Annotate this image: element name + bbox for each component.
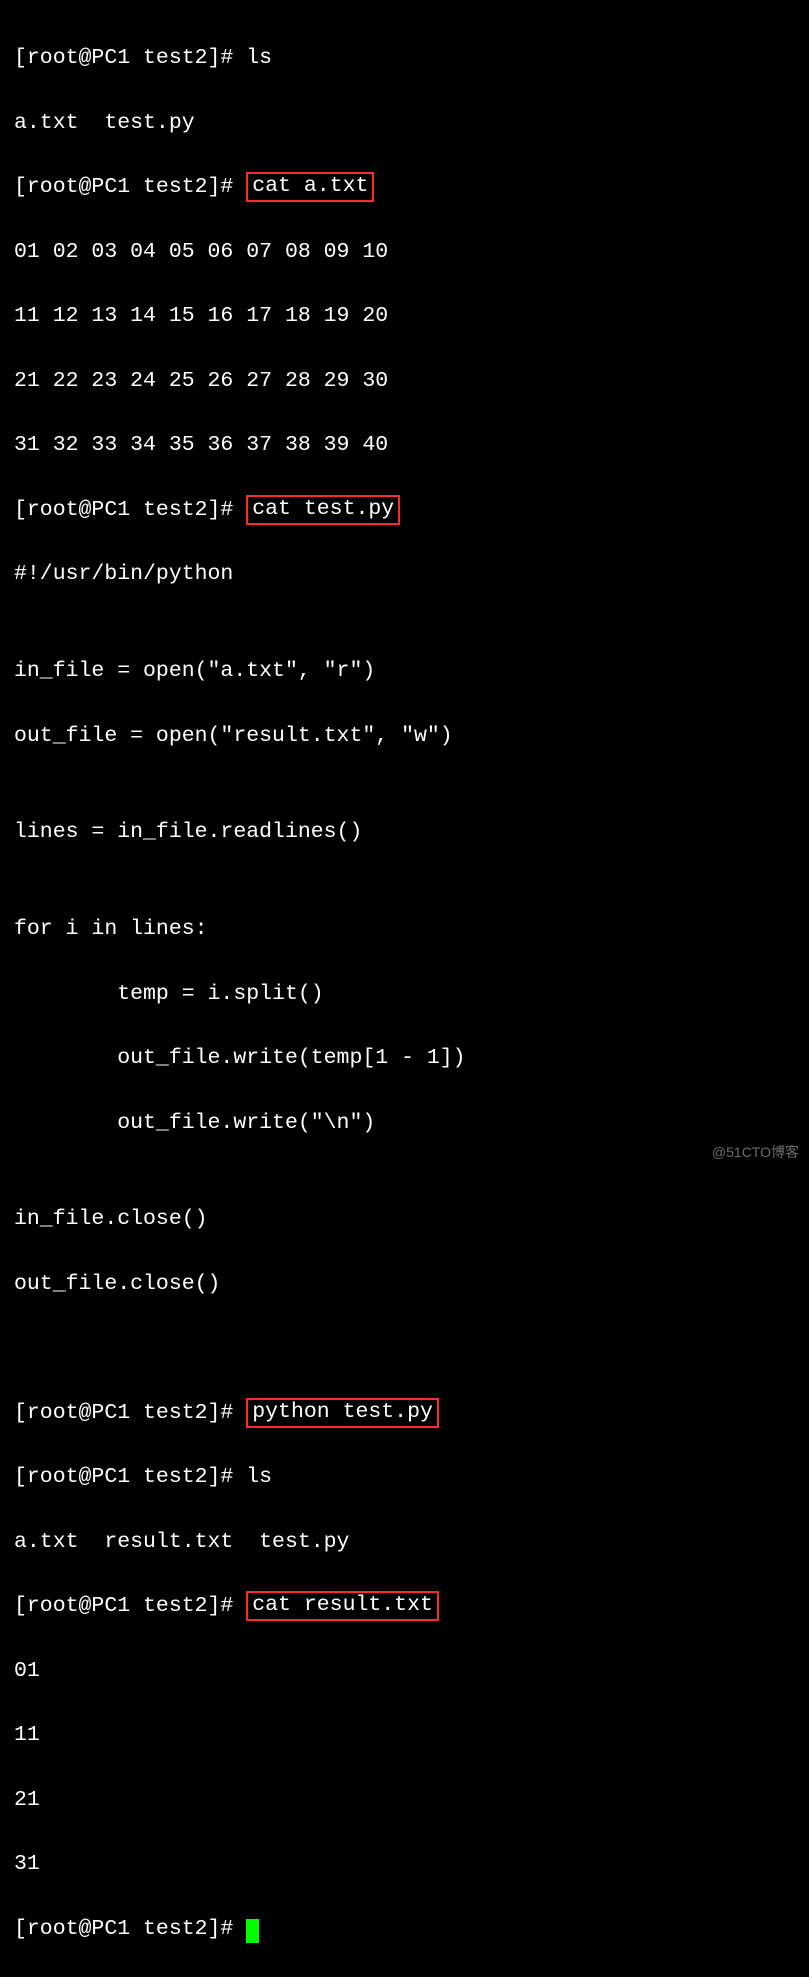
ls-output: a.txt test.py [14, 107, 795, 139]
watermark: @51CTO博客 [712, 1142, 799, 1163]
testpy-line: out_file.close() [14, 1268, 795, 1300]
testpy-line: out_file = open("result.txt", "w") [14, 720, 795, 752]
terminal[interactable]: [root@PC1 test2]# ls a.txt test.py [root… [0, 0, 809, 1977]
prompt: [root@PC1 test2]# [14, 1401, 233, 1425]
prompt: [root@PC1 test2]# [14, 175, 233, 199]
a-txt-row: 21 22 23 24 25 26 27 28 29 30 [14, 365, 795, 397]
testpy-line: for i in lines: [14, 913, 795, 945]
prompt-line: [root@PC1 test2]# cat a.txt [14, 171, 795, 203]
result-line: 01 [14, 1655, 795, 1687]
testpy-line: #!/usr/bin/python [14, 558, 795, 590]
highlight-cat-a: cat a.txt [246, 172, 374, 202]
prompt-line: [root@PC1 test2]# python test.py [14, 1397, 795, 1429]
result-line: 11 [14, 1719, 795, 1751]
testpy-line: temp = i.split() [14, 978, 795, 1010]
result-line: 21 [14, 1784, 795, 1816]
prompt-line: [root@PC1 test2]# ls [14, 42, 795, 74]
prompt: [root@PC1 test2]# [14, 46, 233, 70]
testpy-line: out_file.write(temp[1 - 1]) [14, 1042, 795, 1074]
prompt-line: [root@PC1 test2]# cat result.txt [14, 1590, 795, 1622]
highlight-cat-result: cat result.txt [246, 1591, 439, 1621]
a-txt-row: 01 02 03 04 05 06 07 08 09 10 [14, 236, 795, 268]
prompt: [root@PC1 test2]# [14, 498, 233, 522]
a-txt-row: 31 32 33 34 35 36 37 38 39 40 [14, 429, 795, 461]
testpy-line: out_file.write("\n") [14, 1107, 795, 1139]
prompt: [root@PC1 test2]# [14, 1465, 233, 1489]
prompt: [root@PC1 test2]# [14, 1594, 233, 1618]
ls-output: a.txt result.txt test.py [14, 1526, 795, 1558]
highlight-python: python test.py [246, 1398, 439, 1428]
blank-line [14, 1332, 795, 1364]
cmd-ls: ls [246, 46, 272, 70]
testpy-line: in_file = open("a.txt", "r") [14, 655, 795, 687]
testpy-line: in_file.close() [14, 1203, 795, 1235]
a-txt-row: 11 12 13 14 15 16 17 18 19 20 [14, 300, 795, 332]
prompt-line: [root@PC1 test2]# [14, 1913, 795, 1945]
prompt: [root@PC1 test2]# [14, 1917, 233, 1941]
prompt-line: [root@PC1 test2]# ls [14, 1461, 795, 1493]
highlight-cat-testpy: cat test.py [246, 495, 400, 525]
prompt-line: [root@PC1 test2]# cat test.py [14, 494, 795, 526]
result-line: 31 [14, 1848, 795, 1880]
cmd-ls2: ls [246, 1465, 272, 1489]
testpy-line: lines = in_file.readlines() [14, 816, 795, 848]
cursor[interactable] [246, 1919, 259, 1943]
